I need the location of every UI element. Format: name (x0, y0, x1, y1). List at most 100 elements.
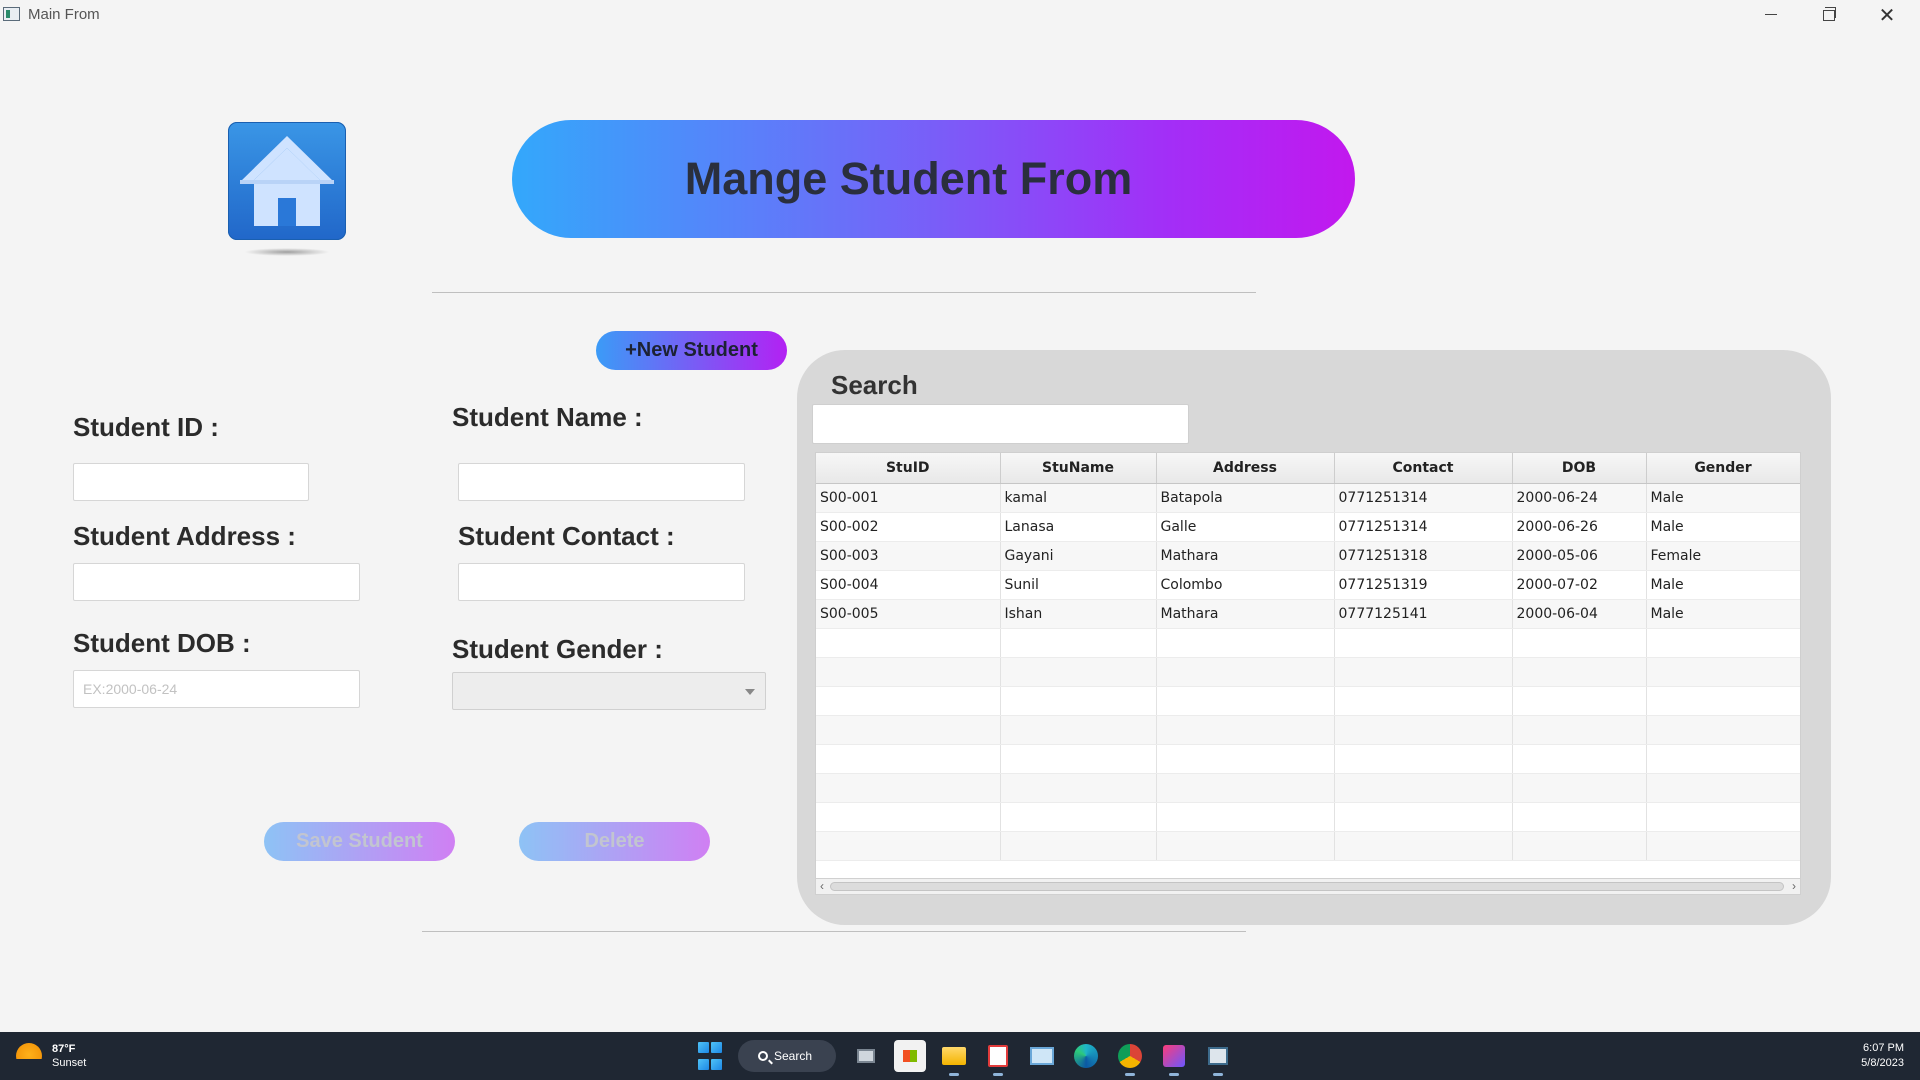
student-name-field[interactable] (458, 463, 745, 501)
table-cell: 0771251318 (1334, 541, 1513, 571)
table-cell (1156, 715, 1335, 745)
close-button[interactable]: ✕ (1858, 0, 1916, 30)
table-row[interactable]: S00-003 Gayani Mathara 0771251318 2000-05-06… (816, 541, 1800, 571)
home-icon[interactable] (228, 122, 346, 240)
table-cell (816, 686, 1001, 716)
column-header-dob[interactable]: DOB (1512, 453, 1647, 484)
search-label: Search (831, 370, 918, 400)
table-cell (816, 831, 1001, 861)
horizontal-scrollbar[interactable]: ‹ › (815, 878, 1801, 895)
student-id-field[interactable] (73, 463, 309, 501)
table-row[interactable] (816, 802, 1800, 832)
table-cell: Colombo (1156, 570, 1335, 600)
table-cell (1000, 773, 1157, 803)
table-cell: 0771251314 (1334, 512, 1513, 542)
column-header-stuid[interactable]: StuID (816, 453, 1001, 484)
student-contact-label: Student Contact : (458, 521, 675, 551)
minimize-button[interactable] (1742, 0, 1800, 30)
table-cell (1646, 802, 1800, 832)
table-cell: 0771251319 (1334, 570, 1513, 600)
student-address-field[interactable] (73, 563, 360, 601)
column-header-stuname[interactable]: StuName (1000, 453, 1157, 484)
table-row[interactable]: S00-002 Lanasa Galle 0771251314 2000-06-26 Ma… (816, 512, 1800, 542)
home-icon-shadow (244, 248, 330, 256)
table-cell (1512, 715, 1647, 745)
table-cell (1334, 773, 1513, 803)
table-cell (1334, 686, 1513, 716)
delete-button[interactable]: Delete (519, 822, 710, 861)
table-cell (1156, 831, 1335, 861)
student-dob-label: Student DOB : (73, 628, 251, 658)
scroll-left-icon[interactable]: ‹ (816, 879, 828, 894)
table-cell: Male (1646, 599, 1800, 629)
restore-icon (1823, 6, 1836, 21)
new-student-button[interactable]: +New Student (596, 331, 787, 370)
table-cell (1646, 744, 1800, 774)
table-row[interactable] (816, 831, 1800, 861)
system-clock[interactable]: 6:07 PM 5/8/2023 (1861, 1041, 1904, 1071)
table-cell (1334, 715, 1513, 745)
table-cell (1156, 686, 1335, 716)
intellij-icon[interactable] (1158, 1040, 1190, 1076)
table-row[interactable] (816, 628, 1800, 658)
file-explorer-icon[interactable] (938, 1040, 970, 1076)
table-row[interactable]: S00-005 Ishan Mathara 0777125141 2000-06-04 M… (816, 599, 1800, 629)
java-app-icon (3, 7, 20, 21)
table-cell (1512, 744, 1647, 774)
task-manager-icon[interactable] (1026, 1040, 1058, 1072)
java-app-taskbar-icon[interactable] (1202, 1040, 1234, 1076)
table-cell (1000, 831, 1157, 861)
snipping-tool-icon[interactable] (982, 1040, 1014, 1076)
scrollbar-thumb[interactable] (830, 882, 1784, 891)
table-row[interactable] (816, 744, 1800, 774)
table-cell (1156, 773, 1335, 803)
student-contact-field[interactable] (458, 563, 745, 601)
table-cell: Male (1646, 512, 1800, 542)
edge-icon[interactable] (1070, 1040, 1102, 1072)
taskbar-search[interactable]: Search (738, 1040, 836, 1072)
weather-temperature: 87°F (52, 1043, 76, 1055)
table-cell: S00-004 (816, 570, 1001, 600)
student-table: StuID StuName Address Contact DOB Gender… (815, 452, 1801, 895)
table-cell (1512, 802, 1647, 832)
chrome-icon[interactable] (1114, 1040, 1146, 1076)
store-icon[interactable] (894, 1040, 926, 1072)
table-cell (1334, 628, 1513, 658)
weather-widget[interactable]: 87°F Sunset (14, 1042, 86, 1071)
table-header-row: StuID StuName Address Contact DOB Gender (816, 453, 1800, 484)
column-header-gender[interactable]: Gender (1646, 453, 1800, 484)
clock-time: 6:07 PM (1863, 1042, 1904, 1054)
table-cell (1512, 686, 1647, 716)
column-header-address[interactable]: Address (1156, 453, 1335, 484)
column-header-contact[interactable]: Contact (1334, 453, 1513, 484)
table-cell: Mathara (1156, 541, 1335, 571)
table-cell: 0777125141 (1334, 599, 1513, 629)
table-cell (1156, 744, 1335, 774)
table-cell: Galle (1156, 512, 1335, 542)
table-cell (1646, 715, 1800, 745)
scroll-right-icon[interactable]: › (1788, 879, 1800, 894)
table-cell (1334, 744, 1513, 774)
clock-date: 5/8/2023 (1861, 1057, 1904, 1069)
table-row[interactable] (816, 715, 1800, 745)
student-name-label: Student Name : (452, 402, 643, 432)
student-gender-select[interactable] (452, 672, 766, 710)
table-cell (1000, 628, 1157, 658)
table-row[interactable] (816, 657, 1800, 687)
save-student-button[interactable]: Save Student (264, 822, 455, 861)
table-row[interactable] (816, 686, 1800, 716)
restore-button[interactable] (1800, 0, 1858, 30)
search-input[interactable] (812, 404, 1189, 444)
table-row[interactable]: S00-004 Sunil Colombo 0771251319 2000-07-02 M… (816, 570, 1800, 600)
task-view-icon[interactable] (850, 1040, 882, 1072)
table-cell (1000, 686, 1157, 716)
table-cell: 2000-07-02 (1512, 570, 1647, 600)
window-title: Main From (28, 6, 100, 23)
student-dob-field[interactable] (73, 670, 360, 708)
table-row[interactable] (816, 773, 1800, 803)
table-cell (816, 744, 1001, 774)
table-cell (816, 628, 1001, 658)
start-icon[interactable] (694, 1040, 726, 1072)
table-cell (816, 657, 1001, 687)
table-row[interactable]: S00-001 kamal Batapola 0771251314 2000-06-24… (816, 483, 1800, 513)
